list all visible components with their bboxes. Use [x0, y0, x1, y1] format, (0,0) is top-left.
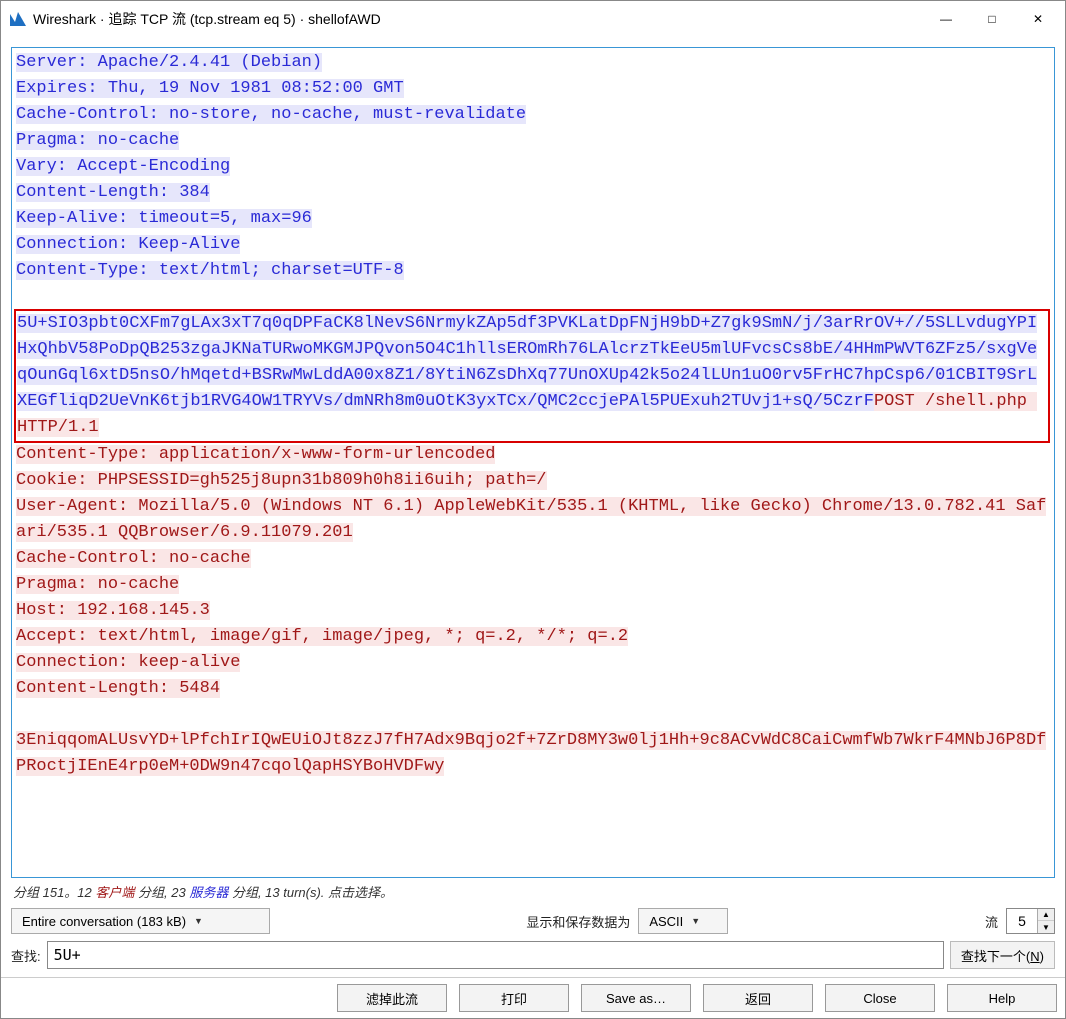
stream-area: Server: Apache/2.4.41 (Debian) Expires: … [11, 47, 1055, 878]
stats-mid: 分组, 23 [134, 885, 189, 900]
display-as-label: 显示和保存数据为 [526, 912, 630, 931]
close-button[interactable]: Close [825, 984, 935, 1012]
filter-out-stream-button[interactable]: 滤掉此流 [337, 984, 447, 1012]
save-as-button[interactable]: Save as… [581, 984, 691, 1012]
minimize-button[interactable]: — [923, 1, 969, 37]
format-combo[interactable]: ASCII ▼ [638, 908, 728, 934]
window-title: Wireshark · 追踪 TCP 流 (tcp.stream eq 5) ·… [33, 9, 923, 29]
stream-number-spinner[interactable]: ▲ ▼ [1006, 908, 1055, 934]
conversation-value: Entire conversation (183 kB) [22, 914, 186, 929]
button-bar: 滤掉此流 打印 Save as… 返回 Close Help [1, 977, 1065, 1018]
conversation-combo[interactable]: Entire conversation (183 kB) ▼ [11, 908, 270, 934]
content: Server: Apache/2.4.41 (Debian) Expires: … [1, 37, 1065, 977]
stats-pre: 分组 151。12 [13, 885, 95, 900]
find-input[interactable] [47, 941, 944, 969]
stream-text[interactable]: Server: Apache/2.4.41 (Debian) Expires: … [12, 48, 1054, 877]
controls-row-1: Entire conversation (183 kB) ▼ 显示和保存数据为 … [11, 905, 1055, 937]
find-next-label: 查找下一个(N) [961, 946, 1044, 965]
stream-label: 流 [985, 912, 998, 931]
stream-number-input[interactable] [1007, 909, 1037, 933]
format-value: ASCII [649, 914, 683, 929]
spinner-down-icon[interactable]: ▼ [1038, 921, 1054, 933]
find-label: 查找: [11, 946, 41, 965]
wireshark-icon [9, 10, 27, 28]
stats-line[interactable]: 分组 151。12 客户端 分组, 23 服务器 分组, 13 turn(s).… [11, 878, 1055, 905]
stats-post: 分组, 13 turn(s). 点击选择。 [228, 885, 393, 900]
stats-server: 服务器 [189, 885, 228, 900]
maximize-button[interactable]: □ [969, 1, 1015, 37]
dropdown-arrow-icon: ▼ [194, 916, 203, 926]
spinner-up-icon[interactable]: ▲ [1038, 909, 1054, 921]
back-button[interactable]: 返回 [703, 984, 813, 1012]
titlebar: Wireshark · 追踪 TCP 流 (tcp.stream eq 5) ·… [1, 1, 1065, 37]
close-window-button[interactable]: ✕ [1015, 1, 1061, 37]
dropdown-arrow-icon: ▼ [691, 916, 700, 926]
help-button[interactable]: Help [947, 984, 1057, 1012]
controls-row-2: 查找: 查找下一个(N) [11, 937, 1055, 971]
print-button[interactable]: 打印 [459, 984, 569, 1012]
stats-client: 客户端 [95, 885, 134, 900]
find-next-button[interactable]: 查找下一个(N) [950, 941, 1055, 969]
